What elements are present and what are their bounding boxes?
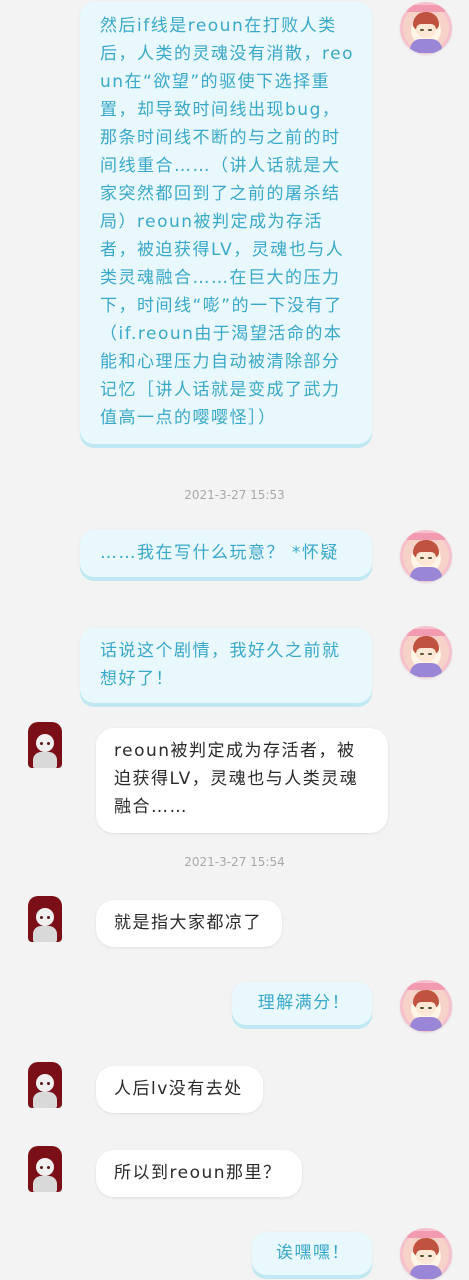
- avatar-banner: [406, 533, 446, 540]
- avatar-body: [410, 663, 442, 677]
- avatar-eye: [47, 1166, 50, 1169]
- avatar-eye: [47, 916, 50, 919]
- avatar-banner: [406, 5, 446, 12]
- avatar-cloak: [33, 1176, 57, 1192]
- avatar-head: [36, 1074, 54, 1092]
- avatar-eye: [428, 653, 432, 655]
- my-avatar[interactable]: [400, 530, 452, 582]
- avatar-eye: [428, 1255, 432, 1257]
- avatar-face: [416, 1002, 436, 1016]
- avatar-head: [36, 734, 54, 752]
- avatar-cloak: [33, 1092, 57, 1108]
- my-avatar[interactable]: [400, 2, 452, 54]
- avatar-cloak: [33, 752, 57, 768]
- message-bubble-sent[interactable]: 然后if线是reoun在打败人类后，人类的灵魂没有消散，reoun在“欲望”的驱…: [80, 2, 372, 444]
- avatar-body: [410, 1265, 442, 1279]
- contact-avatar[interactable]: [28, 1146, 62, 1192]
- contact-avatar[interactable]: [28, 722, 62, 768]
- avatar-face: [416, 648, 436, 662]
- message-bubble-received[interactable]: 就是指大家都凉了: [96, 900, 282, 947]
- avatar-banner: [406, 629, 446, 636]
- message-bubble-sent[interactable]: 诶嘿嘿！: [252, 1232, 372, 1275]
- timestamp: 2021-3-27 15:54: [184, 855, 285, 869]
- avatar-eye: [47, 742, 50, 745]
- avatar-eye: [47, 1082, 50, 1085]
- chat-thread[interactable]: 然后if线是reoun在打败人类后，人类的灵魂没有消散，reoun在“欲望”的驱…: [0, 0, 469, 1280]
- avatar-body: [410, 567, 442, 581]
- avatar-head: [36, 908, 54, 926]
- avatar-eye: [428, 29, 432, 31]
- avatar-face: [416, 24, 436, 38]
- avatar-eye: [40, 1082, 43, 1085]
- avatar-eye: [428, 1007, 432, 1009]
- message-bubble-received[interactable]: 人后lv没有去处: [96, 1066, 263, 1113]
- contact-avatar[interactable]: [28, 1062, 62, 1108]
- message-bubble-sent[interactable]: ……我在写什么玩意？ *怀疑: [80, 530, 372, 577]
- avatar-eye: [40, 916, 43, 919]
- avatar-face: [416, 552, 436, 566]
- timestamp: 2021-3-27 15:53: [184, 488, 285, 502]
- avatar-cloak: [33, 926, 57, 942]
- avatar-banner: [406, 983, 446, 990]
- message-bubble-received[interactable]: reoun被判定成为存活者，被迫获得LV，灵魂也与人类灵魂融合……: [96, 728, 388, 833]
- message-bubble-sent[interactable]: 话说这个剧情，我好久之前就想好了！: [80, 628, 372, 703]
- avatar-eye: [420, 1255, 424, 1257]
- avatar-eye: [420, 653, 424, 655]
- avatar-eye: [420, 557, 424, 559]
- contact-avatar[interactable]: [28, 896, 62, 942]
- avatar-eye: [428, 557, 432, 559]
- avatar-eye: [40, 1166, 43, 1169]
- avatar-head: [36, 1158, 54, 1176]
- my-avatar[interactable]: [400, 626, 452, 678]
- avatar-eye: [40, 742, 43, 745]
- avatar-body: [410, 39, 442, 53]
- avatar-eye: [420, 1007, 424, 1009]
- avatar-face: [416, 1250, 436, 1264]
- my-avatar[interactable]: [400, 980, 452, 1032]
- message-bubble-received[interactable]: 所以到reoun那里？: [96, 1150, 302, 1197]
- my-avatar[interactable]: [400, 1228, 452, 1280]
- avatar-body: [410, 1017, 442, 1031]
- avatar-banner: [406, 1231, 446, 1238]
- avatar-eye: [420, 29, 424, 31]
- message-bubble-sent[interactable]: 理解满分！: [232, 982, 372, 1025]
